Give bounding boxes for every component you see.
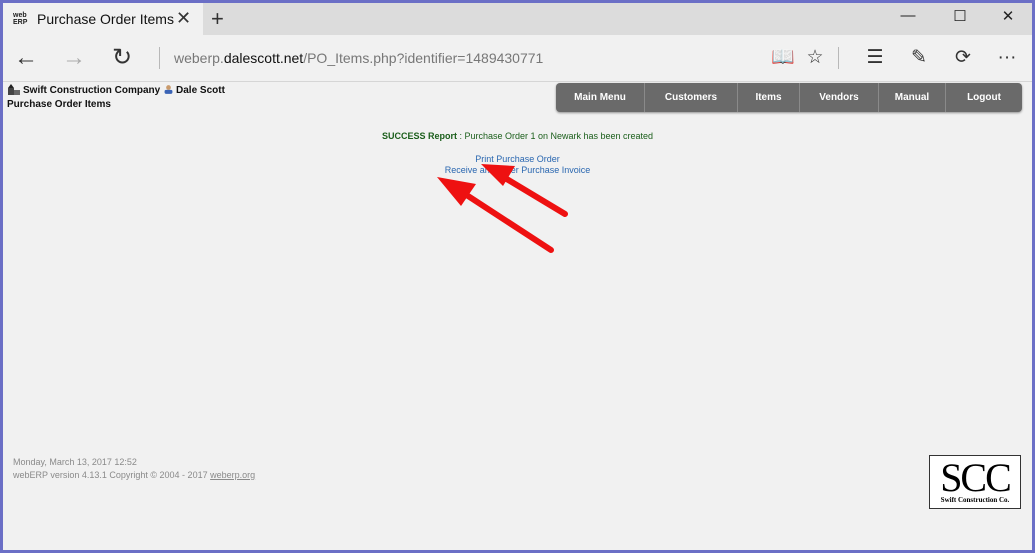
action-links: Print Purchase Order Receive and Enter P…: [3, 154, 1032, 176]
menu-items[interactable]: Items: [738, 83, 800, 112]
user-icon: [164, 85, 173, 94]
receive-invoice-link[interactable]: Receive and Enter Purchase Invoice: [3, 165, 1032, 176]
success-label: SUCCESS Report: [381, 131, 457, 141]
weberp-site-link[interactable]: weberp.org: [210, 470, 255, 480]
web-note-icon[interactable]: ✎: [905, 45, 933, 71]
minimize-button[interactable]: —: [885, 7, 931, 31]
logo-main-text: SCC: [940, 455, 1012, 500]
window-close-button[interactable]: ✕: [985, 7, 1031, 31]
favicon-text-top: web: [13, 12, 27, 19]
footer: Monday, March 13, 2017 12:52 webERP vers…: [13, 456, 255, 482]
weberp-favicon-icon: web ERP: [13, 12, 29, 26]
toolbar-separator: [838, 47, 839, 69]
success-text: : Purchase Order 1 on Newark has been cr…: [456, 131, 654, 141]
url-host: dalescott.net: [223, 50, 304, 66]
page-title: Purchase Order Items: [7, 99, 111, 110]
reading-view-icon[interactable]: 📖: [769, 45, 797, 71]
new-tab-icon[interactable]: +: [211, 6, 224, 32]
company-line: Swift Construction Company Dale Scott: [7, 84, 225, 96]
address-bar: ← → ↻ weberp.dalescott.net/PO_Items.php?…: [3, 35, 1032, 82]
company-name[interactable]: Swift Construction Company: [23, 85, 160, 96]
url-path: /PO_Items.php?identifier=1489430771: [303, 50, 544, 66]
menu-manual[interactable]: Manual: [879, 83, 946, 112]
user-name[interactable]: Dale Scott: [176, 85, 225, 96]
address-separator: [159, 47, 160, 69]
maximize-button[interactable]: ☐: [937, 7, 983, 31]
favorite-star-icon[interactable]: ☆: [801, 45, 829, 71]
print-purchase-order-link[interactable]: Print Purchase Order: [3, 154, 1032, 165]
share-icon[interactable]: ⟳: [949, 45, 977, 71]
back-arrow-icon[interactable]: ←: [11, 43, 41, 73]
menu-logout[interactable]: Logout: [946, 83, 1022, 112]
company-logo: SCC Swift Construction Co.: [929, 455, 1021, 509]
tab-title: Purchase Order Items: [37, 11, 174, 27]
footer-version-line: webERP version 4.13.1 Copyright © 2004 -…: [13, 469, 255, 482]
url-field[interactable]: weberp.dalescott.net/PO_Items.php?identi…: [174, 50, 543, 66]
page-content: Swift Construction Company Dale Scott Pu…: [3, 82, 1032, 550]
footer-version: webERP version 4.13.1 Copyright © 2004 -…: [13, 470, 211, 480]
browser-tab[interactable]: web ERP Purchase Order Items ✕: [3, 3, 203, 35]
tab-bar: web ERP Purchase Order Items ✕ + — ☐ ✕: [3, 3, 1032, 35]
hub-icon[interactable]: ☰: [861, 45, 889, 71]
arrow-to-receive-icon: [437, 177, 554, 253]
tab-close-icon[interactable]: ✕: [176, 8, 191, 29]
menu-customers[interactable]: Customers: [645, 83, 738, 112]
company-icon: [8, 84, 20, 95]
favicon-text-bottom: ERP: [13, 19, 28, 26]
logo-sub-text: Swift Construction Co.: [940, 496, 1010, 504]
footer-datetime: Monday, March 13, 2017 12:52: [13, 457, 137, 467]
refresh-icon[interactable]: ↻: [107, 43, 137, 73]
success-message: SUCCESS Report : Purchase Order 1 on New…: [3, 131, 1032, 141]
url-prefix: weberp.: [174, 50, 224, 66]
main-nav: Main Menu Customers Items Vendors Manual…: [556, 83, 1022, 112]
more-icon[interactable]: ···: [993, 45, 1021, 71]
menu-main-menu[interactable]: Main Menu: [556, 83, 645, 112]
forward-arrow-icon[interactable]: →: [59, 43, 89, 73]
browser-window: web ERP Purchase Order Items ✕ + — ☐ ✕ ←…: [3, 3, 1032, 550]
menu-vendors[interactable]: Vendors: [800, 83, 879, 112]
